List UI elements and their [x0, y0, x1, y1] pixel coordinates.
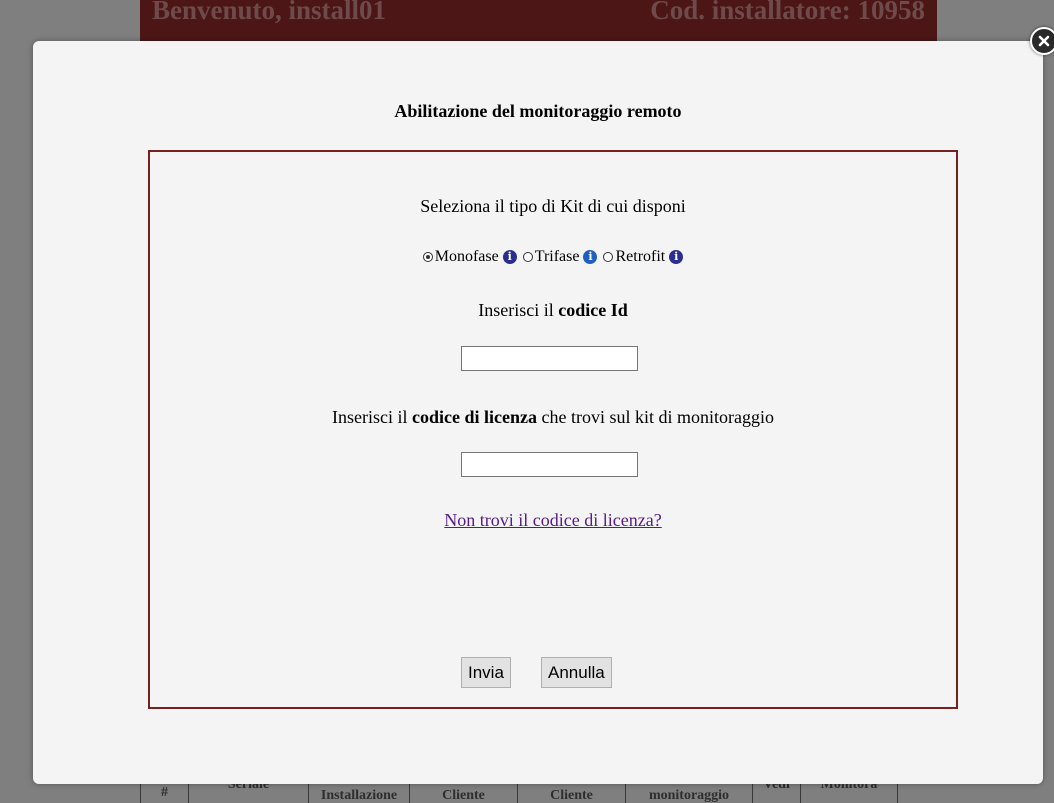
- radio-label-trifase: Trifase: [534, 248, 580, 265]
- form-panel: Seleziona il tipo di Kit di cui disponi …: [148, 150, 958, 709]
- radio-button-retrofit[interactable]: [603, 252, 614, 262]
- radio-label-retrofit: Retrofit: [615, 248, 666, 265]
- info-icon[interactable]: i: [502, 250, 517, 264]
- info-icon[interactable]: i: [583, 250, 598, 264]
- radio-label-monofase: Monofase: [434, 248, 499, 265]
- radio-option-retrofit[interactable]: Retrofit i: [603, 248, 684, 266]
- license-code-input[interactable]: [461, 452, 638, 477]
- radio-option-trifase[interactable]: Trifase i: [522, 248, 598, 266]
- kit-type-prompt: Seleziona il tipo di Kit di cui disponi: [420, 196, 686, 216]
- modal-title: Abilitazione del monitoraggio remoto: [394, 101, 682, 121]
- close-icon: [1038, 35, 1050, 47]
- submit-button[interactable]: Invia: [461, 657, 511, 688]
- license-prompt-prefix: Inserisci il: [332, 407, 412, 427]
- id-prompt-bold: codice Id: [558, 300, 628, 320]
- info-icon[interactable]: i: [669, 250, 684, 264]
- id-code-input[interactable]: [461, 346, 638, 371]
- installer-code: Cod. installatore: 10958: [650, 0, 925, 25]
- help-link-container: Non trovi il codice di licenza?: [150, 510, 956, 531]
- radio-button-monofase[interactable]: [422, 252, 433, 262]
- welcome-text: Benvenuto, install01: [152, 0, 387, 25]
- radio-button-trifase[interactable]: [522, 252, 533, 262]
- modal-dialog: Abilitazione del monitoraggio remoto Sel…: [33, 41, 1043, 784]
- id-prompt-prefix: Inserisci il: [478, 300, 559, 320]
- radio-option-monofase[interactable]: Monofase i: [422, 248, 517, 266]
- background-header: Benvenuto, install01 Cod. installatore: …: [140, 0, 937, 44]
- license-help-link[interactable]: Non trovi il codice di licenza?: [444, 510, 661, 530]
- close-button[interactable]: [1030, 27, 1054, 55]
- license-prompt-bold: codice di licenza: [412, 407, 537, 427]
- kit-type-radio-group: Monofase i Trifase i Retrofit i: [150, 248, 956, 266]
- license-prompt-suffix: che trovi sul kit di monitoraggio: [536, 407, 774, 427]
- id-code-prompt: Inserisci il codice Id: [150, 300, 956, 321]
- license-code-prompt: Inserisci il codice di licenza che trovi…: [150, 407, 956, 428]
- cancel-button[interactable]: Annulla: [541, 657, 612, 688]
